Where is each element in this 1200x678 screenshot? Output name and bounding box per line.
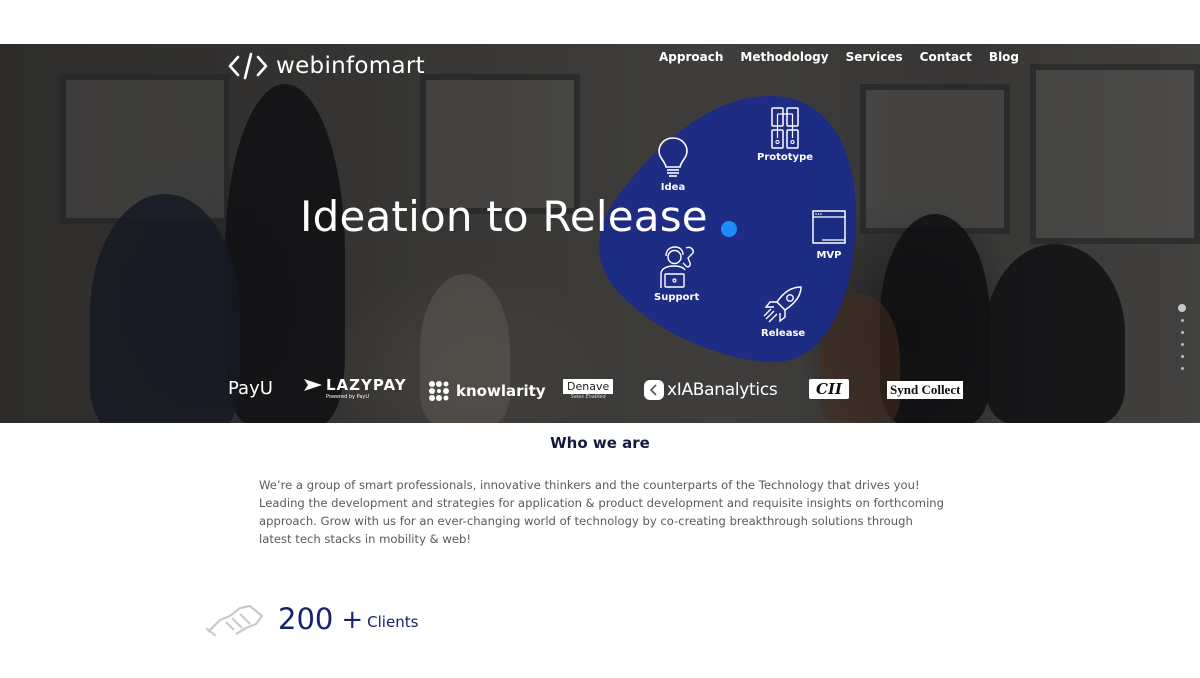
brand-logo[interactable]: webinfomart — [228, 52, 425, 80]
knowlarity-dots-icon — [429, 381, 449, 401]
nav-methodology[interactable]: Methodology — [740, 50, 828, 64]
nav-blog[interactable]: Blog — [989, 50, 1019, 64]
lightbulb-icon — [658, 137, 688, 177]
nav-services[interactable]: Services — [846, 50, 903, 64]
pager-dot[interactable] — [1180, 343, 1184, 346]
logo-text: Synd Collect — [887, 381, 964, 399]
pager-dot[interactable] — [1180, 355, 1184, 358]
accent-dot — [721, 221, 737, 237]
pager-dot[interactable] — [1180, 319, 1184, 322]
logo-xlab: xIABanalytics — [644, 380, 778, 400]
client-logos-row: PayU LAZYPAY Powered by PayU knowlarity … — [0, 374, 1200, 414]
logo-text: xIABanalytics — [667, 380, 778, 400]
support-person-icon — [659, 246, 694, 288]
logo-synd-collect: Synd Collect — [887, 381, 964, 399]
logo-payu: PayU — [228, 378, 273, 399]
stat-value: 200 — [278, 602, 334, 636]
logo-text: CII — [809, 379, 849, 399]
pager-dot[interactable] — [1180, 331, 1184, 334]
logo-cii: CII — [809, 379, 849, 399]
stat-label: Clients — [367, 613, 419, 631]
who-we-are-title: Who we are — [550, 434, 650, 452]
step-idea[interactable]: Idea — [656, 136, 690, 193]
stat-plus: + — [341, 605, 364, 635]
logo-subtext: Sales Enabled — [570, 394, 606, 400]
logo-denave: Denave Sales Enabled — [563, 379, 614, 400]
logo-text: PayU — [228, 378, 273, 399]
step-release[interactable]: Release — [761, 284, 805, 339]
step-support[interactable]: Support — [654, 244, 699, 303]
step-label: MVP — [816, 250, 842, 261]
top-blank-area — [0, 0, 1200, 44]
logo-text: Denave — [563, 379, 614, 394]
step-prototype[interactable]: Prototype — [757, 106, 813, 163]
logo-subtext: Powered by PayU — [326, 394, 370, 400]
code-brackets-icon — [228, 52, 268, 80]
nav-contact[interactable]: Contact — [920, 50, 972, 64]
brand-name: webinfomart — [276, 53, 425, 79]
who-we-are-body: We’re a group of smart professionals, in… — [259, 478, 945, 546]
step-label: Idea — [660, 182, 686, 193]
slider-pagination — [1177, 304, 1187, 379]
hero-section: webinfomart Approach Methodology Service… — [0, 44, 1200, 423]
logo-text: knowlarity — [456, 382, 546, 400]
step-label: Prototype — [757, 152, 814, 163]
stat-clients: 200 + Clients — [206, 602, 418, 636]
logo-lazypay: LAZYPAY Powered by PayU — [304, 376, 407, 400]
handshake-icon — [206, 604, 264, 636]
logo-knowlarity: knowlarity — [428, 380, 546, 402]
browser-window-icon — [812, 210, 846, 244]
pager-dot-active[interactable] — [1178, 304, 1186, 312]
hero-title: Ideation to Release — [300, 192, 708, 241]
lazypay-arrow-icon — [304, 379, 322, 391]
nav-approach[interactable]: Approach — [659, 50, 723, 64]
lazypay-main: LAZYPAY — [304, 376, 407, 394]
logo-text: LAZYPAY — [326, 376, 407, 394]
rocket-icon — [763, 286, 802, 323]
prototype-icon — [771, 107, 799, 149]
step-label: Support — [654, 292, 700, 303]
main-nav: Approach Methodology Services Contact Bl… — [659, 50, 1019, 64]
pager-dot[interactable] — [1180, 367, 1184, 370]
step-label: Release — [761, 328, 806, 339]
xlab-icon — [644, 380, 664, 400]
step-mvp[interactable]: MVP — [812, 210, 846, 261]
